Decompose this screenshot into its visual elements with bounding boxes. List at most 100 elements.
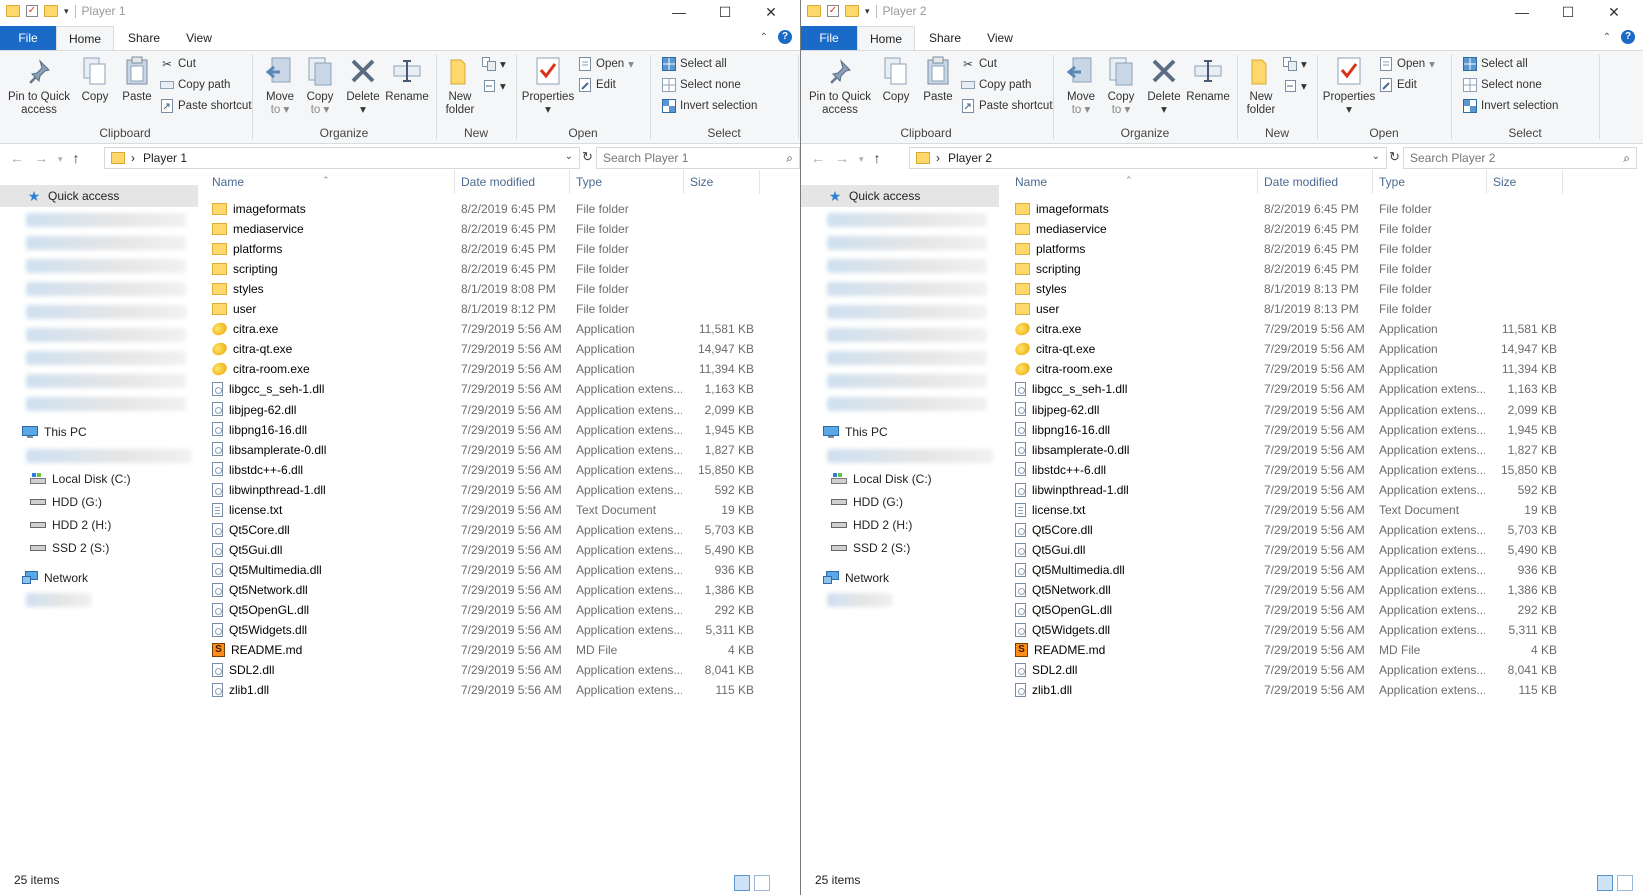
table-row[interactable]: mediaservice 8/2/2019 6:45 PM File folder bbox=[206, 219, 760, 239]
column-header-date-modified[interactable]: Date modified bbox=[455, 170, 570, 194]
paste-shortcut-button[interactable]: Paste shortcut bbox=[160, 99, 252, 113]
easy-access-button[interactable]: ▾ bbox=[482, 79, 506, 93]
rename-button[interactable]: Rename bbox=[1185, 55, 1231, 104]
move-to-button[interactable]: Move to ▾ bbox=[1061, 55, 1101, 117]
open-button[interactable]: Open ▾ bbox=[1379, 57, 1435, 71]
new-folder-button[interactable]: New folder bbox=[1241, 55, 1281, 117]
tab-view[interactable]: View bbox=[174, 26, 224, 50]
table-row[interactable]: libjpeg-62.dll 7/29/2019 5:56 AM Applicati… bbox=[1009, 400, 1563, 420]
copy-to-button[interactable]: Copy to ▾ bbox=[300, 55, 340, 117]
table-row[interactable]: SDL2.dll 7/29/2019 5:56 AM Application ext… bbox=[206, 660, 760, 680]
rename-button[interactable]: Rename bbox=[384, 55, 430, 104]
properties-quick-icon[interactable]: ✓ bbox=[827, 5, 839, 17]
copy-to-button[interactable]: Copy to ▾ bbox=[1101, 55, 1141, 117]
address-bar[interactable]: › Player 2 ⌄ bbox=[909, 147, 1387, 169]
column-header-type[interactable]: Type bbox=[1373, 170, 1487, 194]
table-row[interactable]: Qt5Network.dll 7/29/2019 5:56 AM Applicati… bbox=[206, 580, 760, 600]
forward-arrow-icon[interactable]: → bbox=[34, 150, 48, 168]
table-row[interactable]: Qt5Multimedia.dll 7/29/2019 5:56 AM Applic… bbox=[1009, 560, 1563, 580]
nav-quick-access[interactable]: ★ Quick access bbox=[801, 185, 999, 207]
table-row[interactable]: libsamplerate-0.dll 7/29/2019 5:56 AM Appl… bbox=[206, 440, 760, 460]
tab-home[interactable]: Home bbox=[56, 26, 114, 50]
copy-button[interactable]: Copy bbox=[875, 55, 917, 104]
quick-access-toolbar-dropdown-icon[interactable]: ▾ bbox=[865, 6, 870, 17]
new-folder-quick-icon[interactable] bbox=[44, 5, 58, 17]
table-row[interactable]: libjpeg-62.dll 7/29/2019 5:56 AM Applicati… bbox=[206, 400, 760, 420]
back-arrow-icon[interactable]: ← bbox=[10, 150, 24, 168]
tab-share[interactable]: Share bbox=[118, 26, 170, 50]
table-row[interactable]: user 8/1/2019 8:12 PM File folder bbox=[206, 299, 760, 319]
up-arrow-icon[interactable]: ↑ bbox=[73, 150, 80, 168]
minimize-icon[interactable]: — bbox=[656, 2, 702, 22]
move-to-button[interactable]: Move to ▾ bbox=[260, 55, 300, 117]
nav-this-pc[interactable]: This PC bbox=[0, 421, 198, 443]
table-row[interactable]: libpng16-16.dll 7/29/2019 5:56 AM Applicat… bbox=[206, 420, 760, 440]
nav-hdd-g[interactable]: HDD (G:) bbox=[0, 491, 198, 513]
column-header-name[interactable]: Name ⌃ bbox=[206, 170, 455, 194]
table-row[interactable]: zlib1.dll 7/29/2019 5:56 AM Application ex… bbox=[206, 680, 760, 700]
edit-button[interactable]: Edit bbox=[578, 78, 616, 92]
nav-this-pc[interactable]: This PC bbox=[801, 421, 999, 443]
nav-quick-access[interactable]: ★ Quick access bbox=[0, 185, 198, 207]
address-dropdown-icon[interactable]: ⌄ bbox=[1372, 151, 1380, 162]
collapse-ribbon-icon[interactable]: ⌃ bbox=[760, 32, 768, 43]
search-input[interactable]: Search Player 1 ⌕ bbox=[596, 147, 800, 169]
minimize-icon[interactable]: — bbox=[1499, 2, 1545, 22]
table-row[interactable]: zlib1.dll 7/29/2019 5:56 AM Application ex… bbox=[1009, 680, 1563, 700]
large-icons-view-icon[interactable] bbox=[754, 875, 770, 891]
table-row[interactable]: Qt5Gui.dll 7/29/2019 5:56 AM Application e… bbox=[206, 540, 760, 560]
table-row[interactable]: libgcc_s_seh-1.dll 7/29/2019 5:56 AM Appli… bbox=[1009, 379, 1563, 399]
tab-file[interactable]: File bbox=[0, 26, 56, 50]
table-row[interactable]: styles 8/1/2019 8:08 PM File folder bbox=[206, 279, 760, 299]
tab-home[interactable]: Home bbox=[857, 26, 915, 50]
help-icon[interactable]: ? bbox=[1621, 30, 1635, 44]
recent-locations-dropdown-icon[interactable]: ▾ bbox=[58, 150, 63, 168]
table-row[interactable]: platforms 8/2/2019 6:45 PM File folder bbox=[206, 239, 760, 259]
column-header-type[interactable]: Type bbox=[570, 170, 684, 194]
table-row[interactable]: libwinpthread-1.dll 7/29/2019 5:56 AM Appl… bbox=[206, 480, 760, 500]
details-view-icon[interactable] bbox=[1597, 875, 1613, 891]
select-none-button[interactable]: Select none bbox=[662, 78, 741, 92]
pin-to-quick-access-button[interactable]: Pin to Quick access bbox=[805, 55, 875, 117]
title-bar[interactable]: ✓ ▾ Player 2 — ☐ ✕ bbox=[801, 0, 1643, 24]
tab-view[interactable]: View bbox=[975, 26, 1025, 50]
breadcrumb[interactable]: Player 1 bbox=[143, 151, 187, 165]
nav-ssd2-s[interactable]: SSD 2 (S:) bbox=[0, 537, 198, 559]
column-header-date-modified[interactable]: Date modified bbox=[1258, 170, 1373, 194]
table-row[interactable]: libstdc++-6.dll 7/29/2019 5:56 AM Applicat… bbox=[206, 460, 760, 480]
table-row[interactable]: Qt5Multimedia.dll 7/29/2019 5:56 AM Applic… bbox=[206, 560, 760, 580]
paste-button[interactable]: Paste bbox=[116, 55, 158, 104]
search-input[interactable]: Search Player 2 ⌕ bbox=[1403, 147, 1637, 169]
table-row[interactable]: mediaservice 8/2/2019 6:45 PM File folder bbox=[1009, 219, 1563, 239]
table-row[interactable]: Qt5Core.dll 7/29/2019 5:56 AM Application … bbox=[206, 520, 760, 540]
tab-file[interactable]: File bbox=[801, 26, 857, 50]
table-row[interactable]: Qt5Widgets.dll 7/29/2019 5:56 AM Applicati… bbox=[1009, 620, 1563, 640]
breadcrumb[interactable]: Player 2 bbox=[948, 151, 992, 165]
table-row[interactable]: libgcc_s_seh-1.dll 7/29/2019 5:56 AM Appli… bbox=[206, 379, 760, 399]
table-row[interactable]: citra.exe 7/29/2019 5:56 AM Application 11,… bbox=[1009, 319, 1563, 339]
paste-button[interactable]: Paste bbox=[917, 55, 959, 104]
nav-hdd-g[interactable]: HDD (G:) bbox=[801, 491, 999, 513]
cut-button[interactable]: ✂ Cut bbox=[160, 57, 196, 71]
details-view-icon[interactable] bbox=[734, 875, 750, 891]
maximize-icon[interactable]: ☐ bbox=[702, 2, 748, 22]
refresh-icon[interactable]: ↻ bbox=[582, 149, 593, 165]
breadcrumb-chevron-icon[interactable]: › bbox=[131, 151, 135, 165]
quick-access-toolbar-dropdown-icon[interactable]: ▾ bbox=[64, 6, 69, 17]
nav-network[interactable]: Network bbox=[801, 567, 999, 589]
table-row[interactable]: platforms 8/2/2019 6:45 PM File folder bbox=[1009, 239, 1563, 259]
table-row[interactable]: libpng16-16.dll 7/29/2019 5:56 AM Applicat… bbox=[1009, 420, 1563, 440]
tab-share[interactable]: Share bbox=[919, 26, 971, 50]
close-icon[interactable]: ✕ bbox=[1591, 2, 1637, 22]
recent-locations-dropdown-icon[interactable]: ▾ bbox=[859, 150, 864, 168]
maximize-icon[interactable]: ☐ bbox=[1545, 2, 1591, 22]
table-row[interactable]: libwinpthread-1.dll 7/29/2019 5:56 AM Appl… bbox=[1009, 480, 1563, 500]
table-row[interactable]: citra.exe 7/29/2019 5:56 AM Application 11,… bbox=[206, 319, 760, 339]
new-item-button[interactable]: ▾ bbox=[1283, 57, 1307, 71]
table-row[interactable]: citra-room.exe 7/29/2019 5:56 AM Applicati… bbox=[206, 359, 760, 379]
column-header-size[interactable]: Size bbox=[1487, 170, 1563, 194]
pin-to-quick-access-button[interactable]: Pin to Quick access bbox=[4, 55, 74, 117]
nav-local-disk-c[interactable]: Local Disk (C:) bbox=[801, 468, 999, 490]
properties-button[interactable]: Properties ▾ bbox=[1321, 55, 1377, 117]
table-row[interactable]: citra-qt.exe 7/29/2019 5:56 AM Application… bbox=[1009, 339, 1563, 359]
